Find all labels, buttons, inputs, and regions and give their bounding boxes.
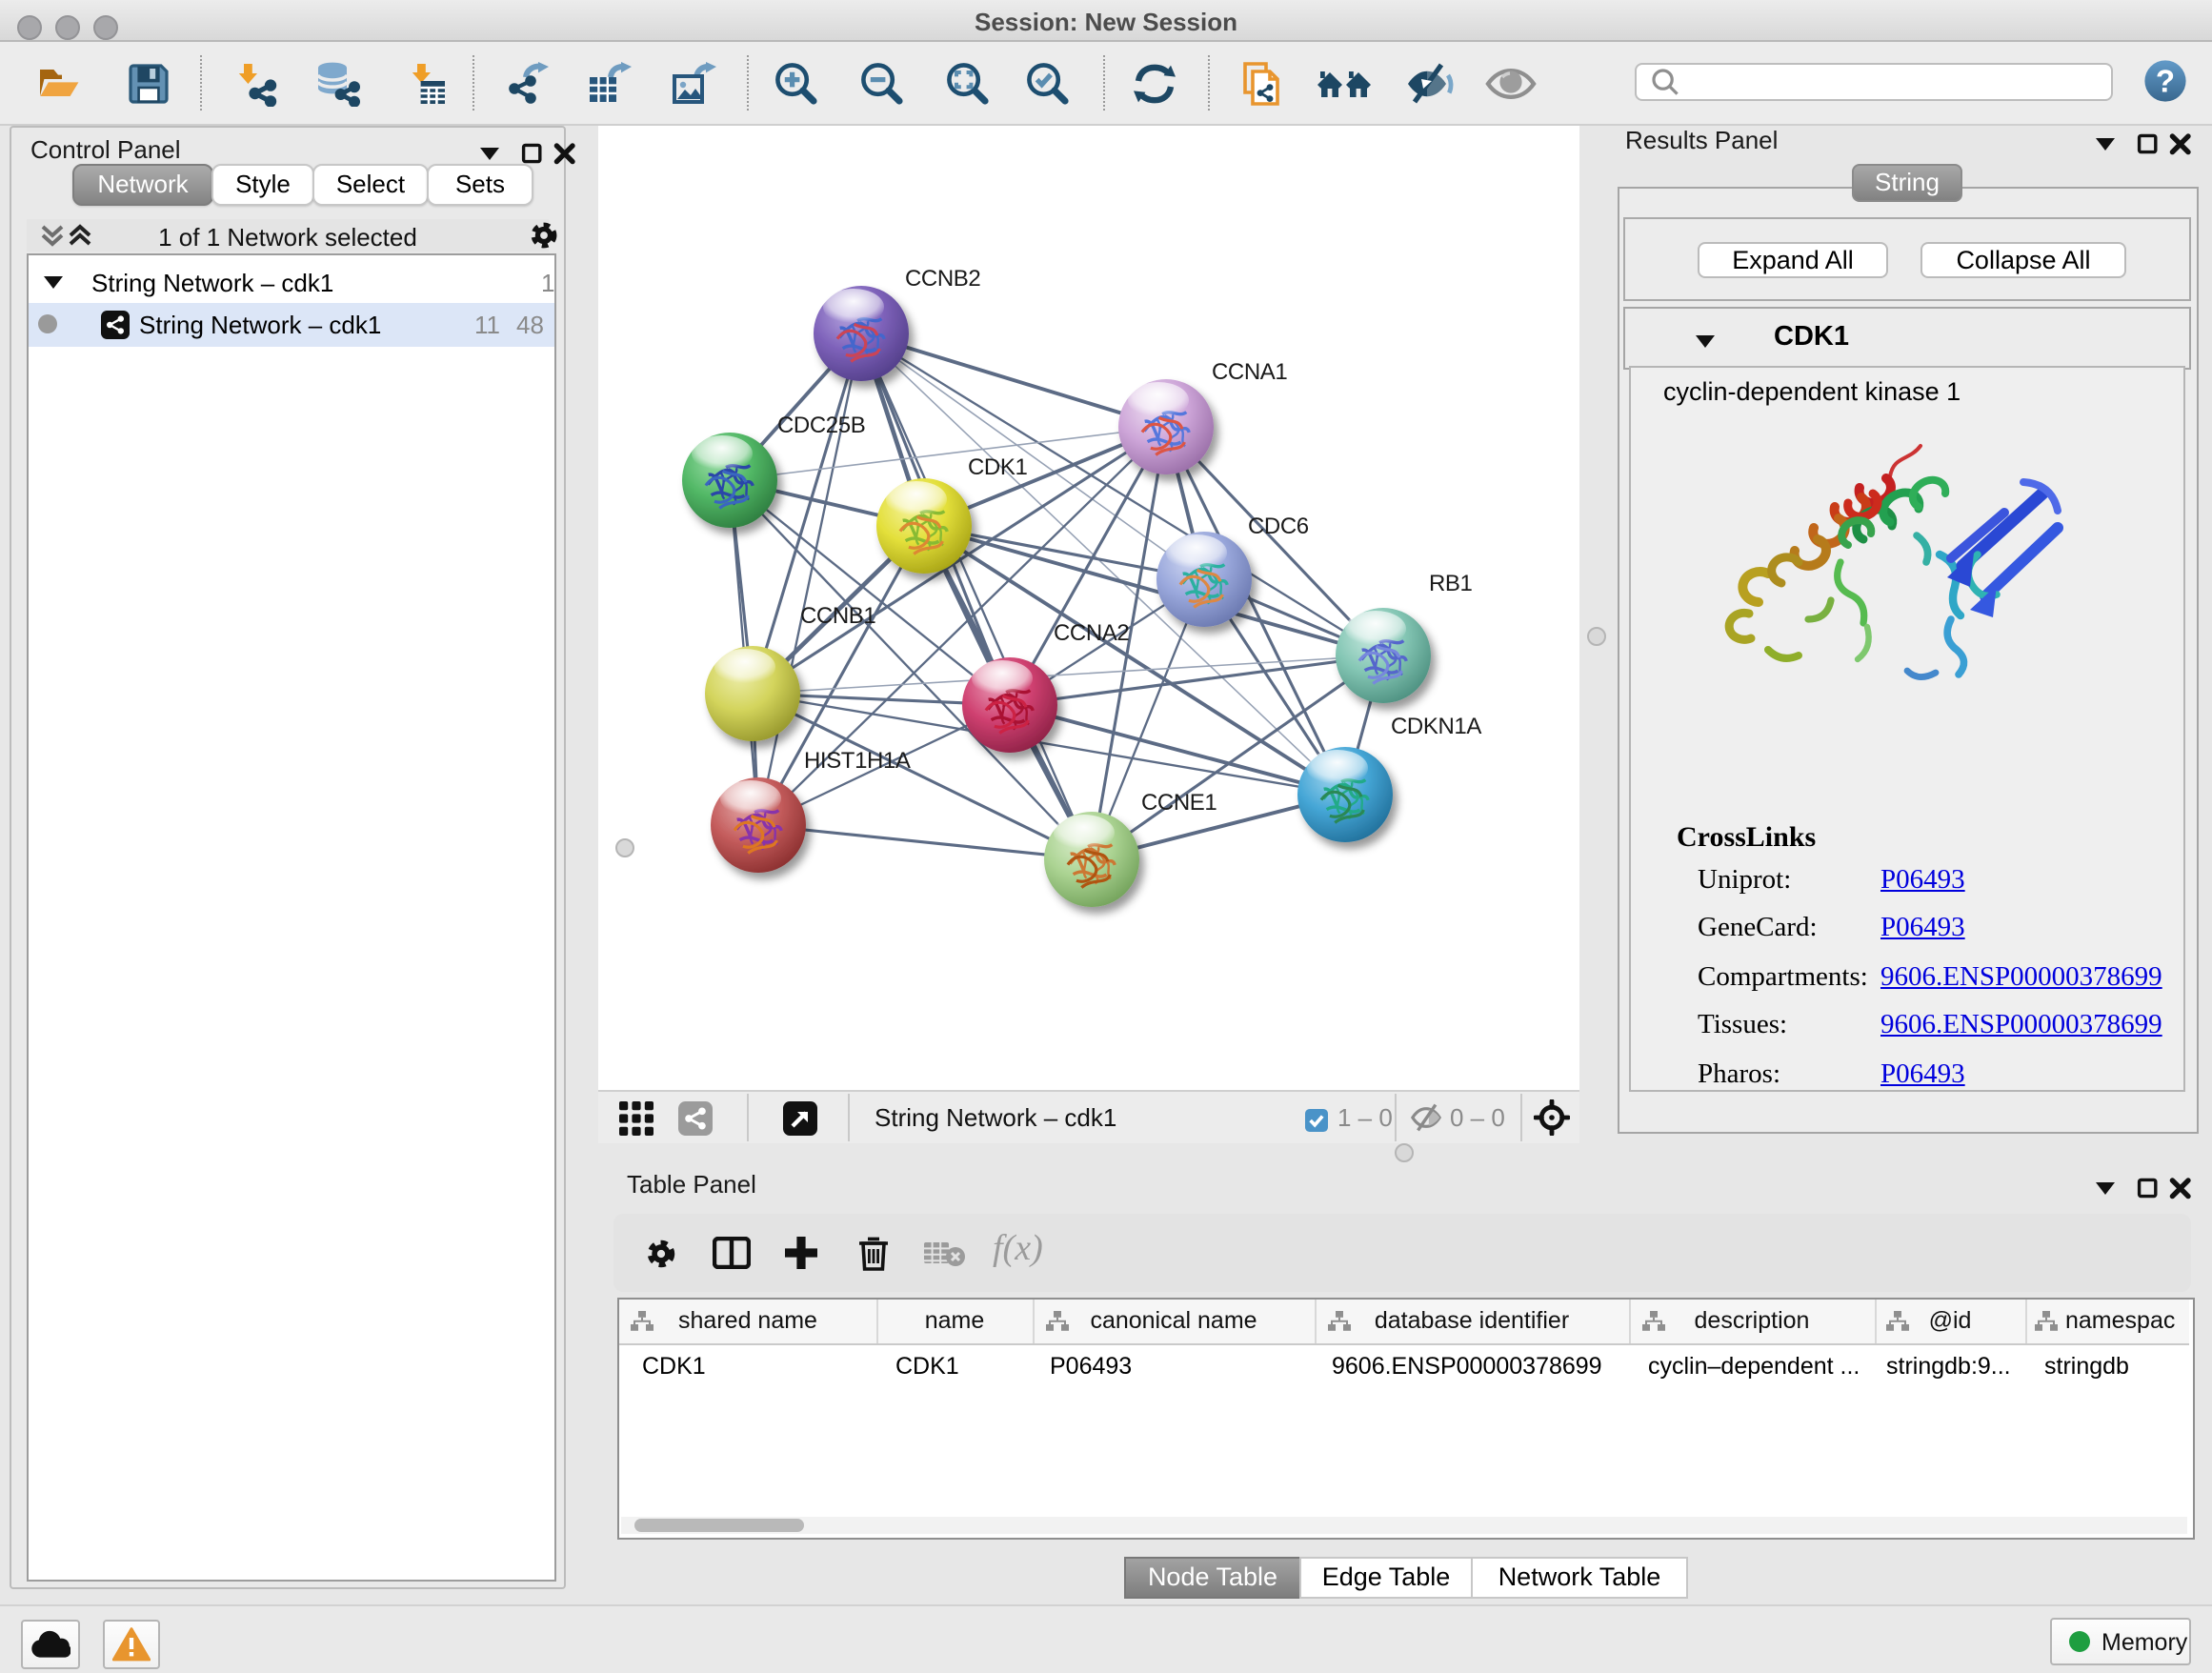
svg-text:HIST1H1A: HIST1H1A <box>804 748 911 774</box>
svg-text:?: ? <box>2156 64 2175 99</box>
svg-text:CCNA1: CCNA1 <box>1212 359 1287 385</box>
svg-text:CDKN1A: CDKN1A <box>1391 714 1481 739</box>
svg-text:CDK1: CDK1 <box>968 454 1027 480</box>
svg-text:CCNB1: CCNB1 <box>800 603 875 629</box>
svg-text:RB1: RB1 <box>1429 571 1473 596</box>
svg-text:CCNB2: CCNB2 <box>905 266 980 292</box>
svg-text:CDC25B: CDC25B <box>777 413 865 438</box>
svg-text:CDC6: CDC6 <box>1248 514 1309 539</box>
svg-text:CCNA2: CCNA2 <box>1054 620 1129 646</box>
svg-text:CCNE1: CCNE1 <box>1141 790 1217 816</box>
